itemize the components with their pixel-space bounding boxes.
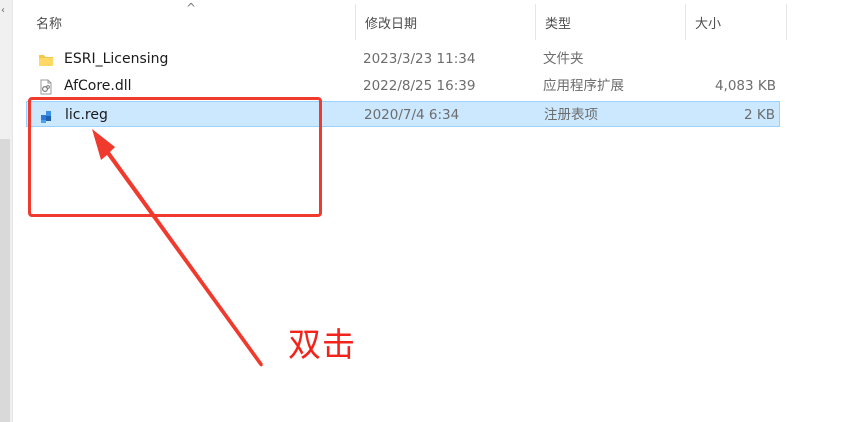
- file-row-afcore-dll[interactable]: AfCore.dll 2022/8/25 16:39 应用程序扩展 4,083 …: [26, 73, 780, 99]
- column-divider[interactable]: [786, 4, 787, 40]
- file-name: ESRI_Licensing: [64, 51, 169, 67]
- scroll-left-chevron-icon[interactable]: ‹: [1, 6, 5, 16]
- file-type: 注册表项: [544, 107, 598, 123]
- column-header-name-label: 名称: [36, 16, 63, 32]
- column-header-type[interactable]: 类型: [535, 0, 685, 44]
- left-scrollbar[interactable]: ‹: [0, 0, 13, 422]
- file-name: AfCore.dll: [64, 78, 132, 94]
- double-click-annotation: 双击: [288, 325, 356, 364]
- column-header-type-label: 类型: [545, 16, 572, 32]
- scrollbar-thumb[interactable]: [0, 139, 10, 422]
- dll-file-icon: [38, 78, 54, 95]
- file-date: 2023/3/23 11:34: [363, 51, 476, 67]
- file-date: 2022/8/25 16:39: [363, 78, 476, 94]
- column-header-date[interactable]: 修改日期: [355, 0, 535, 44]
- file-type: 文件夹: [543, 51, 584, 67]
- file-row-esri-licensing[interactable]: ESRI_Licensing 2023/3/23 11:34 文件夹: [26, 46, 780, 72]
- column-header-size[interactable]: 大小: [685, 0, 786, 44]
- sort-ascending-icon: ^: [186, 1, 197, 15]
- file-type: 应用程序扩展: [543, 78, 624, 94]
- column-header-bar: 名称 ^ 修改日期 类型 大小: [26, 0, 787, 44]
- annotation-highlight-box: [28, 97, 322, 217]
- folder-icon: [38, 51, 54, 67]
- column-header-date-label: 修改日期: [365, 16, 418, 32]
- file-size: 4,083 KB: [714, 78, 776, 94]
- file-size: 2 KB: [744, 107, 775, 123]
- column-header-size-label: 大小: [695, 16, 722, 32]
- file-date: 2020/7/4 6:34: [364, 107, 460, 123]
